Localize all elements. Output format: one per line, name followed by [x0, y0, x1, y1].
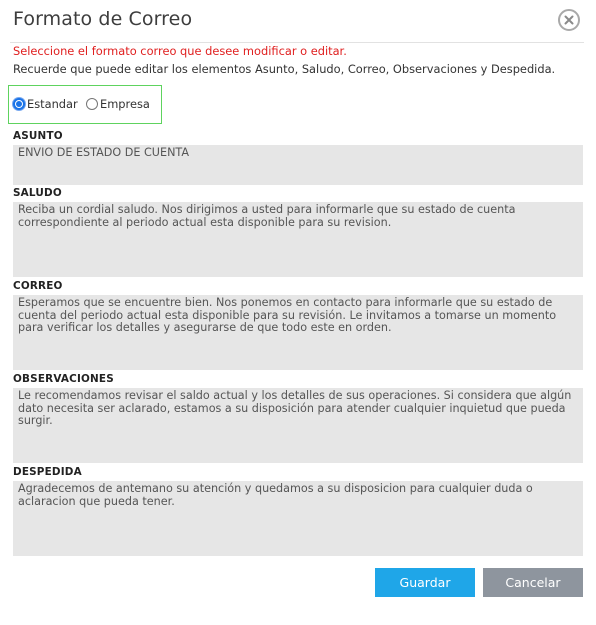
despedida-label: DESPEDIDA [13, 466, 82, 478]
despedida-field[interactable]: Agradecemos de antemano su atención y qu… [13, 481, 583, 556]
instruction-text: Recuerde que puede editar los elementos … [13, 62, 556, 76]
observaciones-field[interactable]: Le recomendamos revisar el saldo actual … [13, 388, 583, 463]
radio-estandar-label: Estandar [27, 97, 78, 111]
asunto-label: ASUNTO [13, 130, 63, 142]
dialog-title: Formato de Correo [13, 8, 193, 30]
saludo-field[interactable]: Reciba un cordial saludo. Nos dirigimos … [13, 202, 583, 277]
correo-label: CORREO [13, 280, 63, 292]
radio-empresa-button[interactable] [86, 98, 98, 110]
header-divider [10, 42, 584, 43]
correo-field[interactable]: Esperamos que se encuentre bien. Nos pon… [13, 295, 583, 370]
instruction-red-text: Seleccione el formato correo que desee m… [13, 44, 347, 58]
cancel-button[interactable]: Cancelar [483, 568, 583, 597]
close-icon [564, 15, 574, 25]
saludo-label: SALUDO [13, 187, 62, 199]
close-button[interactable] [558, 9, 580, 31]
observaciones-label: OBSERVACIONES [13, 373, 114, 385]
radio-estandar[interactable]: Estandar [13, 97, 78, 111]
radio-estandar-button[interactable] [13, 98, 25, 110]
save-button[interactable]: Guardar [375, 568, 475, 597]
radio-empresa[interactable]: Empresa [86, 97, 150, 111]
radio-empresa-label: Empresa [100, 97, 150, 111]
asunto-field[interactable]: ENVIO DE ESTADO DE CUENTA [13, 145, 583, 185]
